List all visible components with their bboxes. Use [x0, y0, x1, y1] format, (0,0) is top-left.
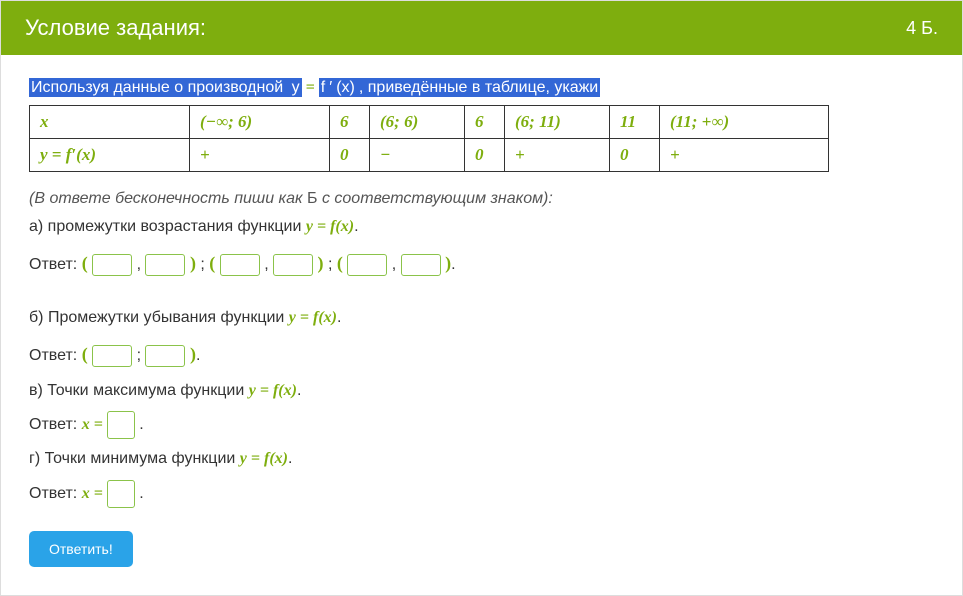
intro-eq-eq: =	[302, 79, 319, 96]
cell: (6; 6)	[370, 106, 465, 139]
input-b-hi[interactable]	[145, 345, 185, 367]
cell: (6; 11)	[505, 106, 610, 139]
input-b-lo[interactable]	[92, 345, 132, 367]
cell: 0	[610, 139, 660, 172]
table-row: y = f′(x) + 0 − 0 + 0 +	[30, 139, 829, 172]
cell: 11	[610, 106, 660, 139]
qd-eq: y = f(x)	[240, 450, 288, 467]
semi: ;	[324, 256, 337, 273]
note-text2: с соответствующим знаком):	[318, 190, 553, 207]
paren-open: (	[337, 253, 343, 273]
qc-label: в) Точки максимума функции	[29, 382, 249, 399]
intro-part1: Используя данные о производной	[29, 78, 290, 97]
derivative-table: x (−∞; 6) 6 (6; 6) 6 (6; 11) 11 (11; +∞)…	[29, 105, 829, 172]
question-a: а) промежутки возрастания функции y = f(…	[29, 212, 934, 242]
header-bar: Условие задания: 4 Б.	[1, 1, 962, 55]
header-title: Условие задания:	[25, 15, 206, 41]
input-a2-hi[interactable]	[273, 254, 313, 276]
input-d[interactable]	[107, 480, 135, 508]
cell-yfx: y = f′(x)	[30, 139, 190, 172]
submit-button[interactable]: Ответить!	[29, 531, 133, 567]
answer-label: Ответ:	[29, 347, 82, 364]
cell: −	[370, 139, 465, 172]
dot: .	[139, 416, 143, 433]
input-a3-lo[interactable]	[347, 254, 387, 276]
cell: +	[660, 139, 829, 172]
intro-part2: , приведённые в таблице, укажи	[357, 78, 600, 97]
paren-open: (	[82, 253, 88, 273]
qc-dot: .	[297, 382, 301, 399]
cell: 0	[465, 139, 505, 172]
intro-eq-x: (x)	[334, 78, 357, 97]
header-points: 4 Б.	[906, 18, 938, 39]
input-a1-hi[interactable]	[145, 254, 185, 276]
cell: (11; +∞)	[660, 106, 829, 139]
dot: .	[196, 347, 200, 364]
intro-eq-f: f	[319, 78, 327, 97]
answer-label: Ответ:	[29, 416, 82, 433]
qa-eq: y = f(x)	[306, 218, 354, 235]
input-a1-lo[interactable]	[92, 254, 132, 276]
paren-open: (	[209, 253, 215, 273]
xeq: x =	[82, 416, 107, 433]
cell: +	[190, 139, 330, 172]
note-text: (В ответе бесконечность пиши как	[29, 190, 307, 207]
qa-label: а) промежутки возрастания функции	[29, 218, 306, 235]
semi: ;	[137, 347, 146, 364]
content-area: Используя данные о производной y = f′(x)…	[1, 55, 962, 595]
semi: ;	[196, 256, 209, 273]
note-b: Б	[307, 190, 318, 207]
qc-eq: y = f(x)	[249, 382, 297, 399]
cell: +	[505, 139, 610, 172]
answer-c: Ответ: x = .	[29, 410, 934, 440]
answer-label: Ответ:	[29, 256, 82, 273]
qb-label: б) Промежутки убывания функции	[29, 309, 289, 326]
table-row: x (−∞; 6) 6 (6; 6) 6 (6; 11) 11 (11; +∞)	[30, 106, 829, 139]
cell: 6	[330, 106, 370, 139]
dot: .	[139, 485, 143, 502]
input-a3-hi[interactable]	[401, 254, 441, 276]
question-d: г) Точки минимума функции y = f(x).	[29, 444, 934, 474]
answer-b: Ответ: ( ; ).	[29, 337, 934, 371]
intro-line: Используя данные о производной y = f′(x)…	[29, 79, 934, 97]
xeq: x =	[82, 485, 107, 502]
intro-eq-y: y	[290, 78, 302, 97]
question-b: б) Промежутки убывания функции y = f(x).	[29, 303, 934, 333]
answer-a: Ответ: ( , ) ; ( , ) ; ( , ).	[29, 246, 934, 280]
qb-dot: .	[337, 309, 341, 326]
comma: ,	[264, 256, 273, 273]
input-c[interactable]	[107, 411, 135, 439]
answer-label: Ответ:	[29, 485, 82, 502]
comma: ,	[392, 256, 401, 273]
qd-label: г) Точки минимума функции	[29, 450, 240, 467]
task-card: Условие задания: 4 Б. Используя данные о…	[0, 0, 963, 596]
paren-open: (	[82, 344, 88, 364]
cell: 6	[465, 106, 505, 139]
qd-dot: .	[288, 450, 292, 467]
comma: ,	[137, 256, 146, 273]
cell-x: x	[30, 106, 190, 139]
dot: .	[451, 256, 455, 273]
qb-eq: y = f(x)	[289, 309, 337, 326]
answer-d: Ответ: x = .	[29, 479, 934, 509]
qa-dot: .	[354, 218, 358, 235]
cell: (−∞; 6)	[190, 106, 330, 139]
cell: 0	[330, 139, 370, 172]
note-line: (В ответе бесконечность пиши как Б с соо…	[29, 190, 934, 208]
question-c: в) Точки максимума функции y = f(x).	[29, 376, 934, 406]
input-a2-lo[interactable]	[220, 254, 260, 276]
